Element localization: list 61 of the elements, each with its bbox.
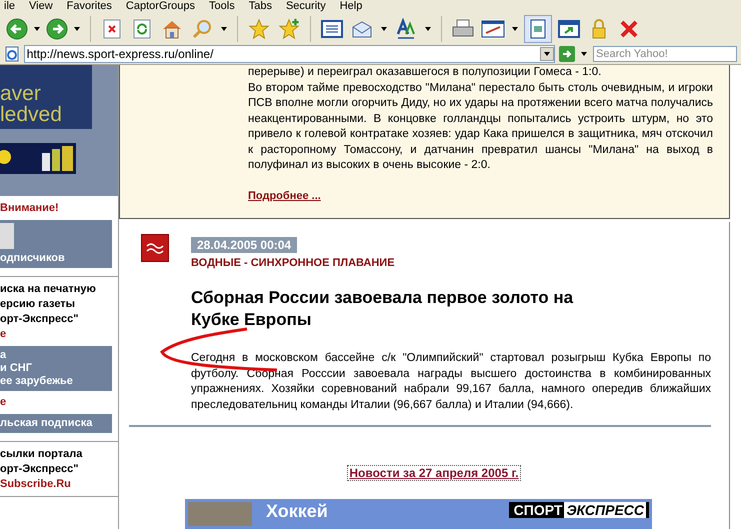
sidebar-text: орт-Экспресс": [0, 463, 80, 476]
sidebar-text: орт-Экспресс": [0, 313, 80, 326]
news-text: перерыве) и переиграл оказавшегося в полупозиции Гомеса - 1:0.: [248, 65, 602, 80]
news-headline[interactable]: Сборная России завоевала первое золото на Кубке Европы: [191, 287, 591, 331]
menu-item[interactable]: Security: [286, 0, 326, 13]
forward-icon[interactable]: [46, 18, 68, 40]
list-icon[interactable]: [321, 20, 343, 38]
logo: СПОРТ ЭКСПРЕСС: [508, 502, 649, 518]
search-field[interactable]: Search Yahoo!: [593, 46, 737, 62]
add-star-icon[interactable]: [278, 18, 300, 40]
news-category[interactable]: ВОДНЫЕ - СИНХРОННОЕ ПЛАВАНИЕ: [191, 257, 395, 269]
close-icon[interactable]: [619, 18, 639, 38]
menu-item[interactable]: View: [29, 0, 53, 13]
sidebar-notice: е: [0, 396, 8, 409]
sidebar-text: сылки портала: [0, 448, 84, 461]
more-link[interactable]: Подробнее ...: [248, 190, 321, 202]
dropdown-icon[interactable]: [540, 47, 554, 61]
refresh-icon[interactable]: [133, 18, 151, 38]
advert-text: aver: [0, 83, 42, 104]
sidebar-link-text: одписчиков: [0, 252, 66, 265]
image-page-icon[interactable]: [530, 18, 546, 38]
banner-title: Хоккей: [266, 502, 329, 520]
news-text: Во втором тайме превосходство "Милана" перестало быть столь очевидным, и игроки ПСВ вполне могли огорчить Диду, но их удары на протяжении всего матча получались неакцентированными. В концовке голландцы попытались устроить штурм, но это привело к голевой контратаке хозяев: удар Кака пришелся в защитника, мяч отскочил к расторопному Томассону, и датчанин превратил шансы "Милана" на выход в полуфинал из высоких в очень высокие - 2:0.: [248, 80, 713, 173]
sidebar-link-block[interactable]: одписчиков: [0, 220, 112, 268]
photo-placeholder: [188, 502, 252, 526]
sidebar-link-text: ее зарубежье: [0, 375, 74, 388]
stop-icon[interactable]: [103, 18, 121, 38]
sidebar-link-text: льская подписка: [0, 417, 94, 430]
menu-item[interactable]: Tools: [209, 0, 235, 13]
go-icon[interactable]: [559, 46, 575, 62]
back-icon[interactable]: [6, 18, 28, 40]
page-icon: [4, 46, 20, 62]
printer-icon[interactable]: [451, 18, 475, 38]
news-date: 28.04.2005 00:04: [191, 237, 298, 253]
advert-text: ledved: [0, 104, 63, 125]
sidebar-notice: е: [0, 328, 8, 341]
water-waves-icon: [141, 234, 169, 262]
menu-item[interactable]: Favorites: [66, 0, 112, 13]
address-field[interactable]: http://news.sport-express.ru/online/: [24, 45, 556, 63]
sidebar-text: иска на печатную: [0, 283, 97, 296]
menu-item[interactable]: Tabs: [248, 0, 272, 13]
sidebar-notice: Внимание!: [0, 202, 60, 215]
font-size-icon[interactable]: [395, 18, 417, 40]
menu-item[interactable]: CaptorGroups: [126, 0, 196, 13]
sidebar-link-text: и СНГ: [0, 362, 33, 375]
new-window-icon[interactable]: [558, 20, 580, 38]
archive-link[interactable]: Новости за 27 апреля 2005 г.: [347, 465, 521, 481]
advert-banner[interactable]: aver ledved: [0, 65, 92, 129]
menu-item[interactable]: Help: [340, 0, 362, 13]
home-icon[interactable]: [161, 18, 183, 38]
star-icon[interactable]: [248, 18, 270, 40]
sidebar-link-block[interactable]: льская подписка: [0, 414, 112, 433]
lock-icon[interactable]: [591, 18, 607, 40]
sidebar-notice: Subscribe.Ru: [0, 478, 72, 491]
advert-banner[interactable]: Хоккей СПОРТ ЭКСПРЕСС: [185, 499, 652, 529]
sidebar-link-block[interactable]: а и СНГ ее зарубежье: [0, 346, 112, 391]
sidebar-link-text: а: [0, 349, 8, 362]
menu-item[interactable]: ile: [4, 0, 16, 13]
sidebar-text: ерсию газеты: [0, 298, 76, 311]
mail-icon[interactable]: [351, 20, 373, 38]
edit-icon[interactable]: [481, 18, 505, 38]
